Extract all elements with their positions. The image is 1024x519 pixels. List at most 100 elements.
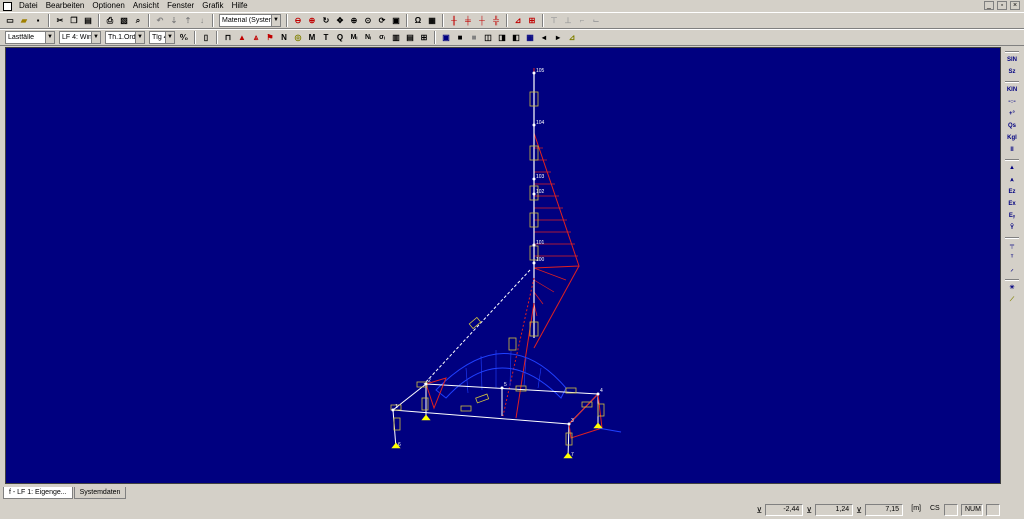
- spring-icon[interactable]: ⸝: [1005, 265, 1019, 276]
- member-axis-icon[interactable]: ╪: [462, 15, 474, 27]
- paste-icon[interactable]: ▤: [82, 15, 94, 27]
- animation-icon[interactable]: ⊿: [566, 32, 578, 44]
- open-folder-icon[interactable]: ▰: [18, 15, 30, 27]
- menu-bearbeiten[interactable]: Bearbeiten: [42, 0, 89, 12]
- tab-loadcase-1[interactable]: f - LF 1: Eigenge...: [3, 487, 73, 499]
- cut-icon[interactable]: ✂: [54, 15, 66, 27]
- ez-button[interactable]: Ez: [1005, 187, 1019, 198]
- search-icon[interactable]: ⌕: [132, 15, 144, 27]
- moment-sub-icon[interactable]: Mᵢ: [348, 32, 360, 44]
- zoom-window-icon[interactable]: ⊕: [348, 15, 360, 27]
- division-select[interactable]: Tlg 4 ▼: [149, 31, 175, 44]
- normal-force-icon[interactable]: N: [278, 32, 290, 44]
- loadcase-select[interactable]: LF 4: Wind + ▼: [59, 31, 101, 44]
- shaded-view-icon[interactable]: ■: [468, 32, 480, 44]
- sz-button[interactable]: Sz: [1005, 67, 1019, 78]
- star-icon[interactable]: ✳: [1005, 283, 1019, 294]
- kin-button[interactable]: KIN: [1005, 85, 1019, 96]
- qs-button[interactable]: Qs: [1005, 121, 1019, 132]
- minimize-button[interactable]: _: [984, 1, 994, 10]
- load-up-icon[interactable]: ▲: [1005, 163, 1019, 174]
- menu-ansicht[interactable]: Ansicht: [129, 0, 163, 12]
- solid-view-icon[interactable]: ■: [454, 32, 466, 44]
- node-label-1: 1: [395, 404, 398, 410]
- deformation-icon[interactable]: ◎: [292, 32, 304, 44]
- clamp-icon[interactable]: ᵀ: [1005, 253, 1019, 264]
- section-icon[interactable]: ▥: [390, 32, 402, 44]
- support-reaction-icon[interactable]: ⚑: [264, 32, 276, 44]
- chevron-down-icon[interactable]: ▼: [135, 32, 144, 43]
- menu-optionen[interactable]: Optionen: [88, 0, 128, 12]
- normal-force-button[interactable]: SIN: [1005, 55, 1019, 66]
- moment-icon[interactable]: M: [306, 32, 318, 44]
- redraw-icon[interactable]: ↻: [320, 15, 332, 27]
- kgl-button[interactable]: Kgl: [1005, 133, 1019, 144]
- rotate-icon[interactable]: ⟳: [376, 15, 388, 27]
- stress-icon[interactable]: σᵢ: [376, 32, 388, 44]
- omega-icon[interactable]: Ω: [412, 15, 424, 27]
- lastfaelle-select[interactable]: Lastfälle ▼: [5, 31, 55, 44]
- distributed-load-icon[interactable]: ⩓: [250, 32, 262, 44]
- torsion-icon[interactable]: T: [320, 32, 332, 44]
- shear-icon[interactable]: Q: [334, 32, 346, 44]
- axis-tool-icon[interactable]: +°: [1005, 109, 1019, 120]
- document-icon[interactable]: ▯: [200, 32, 212, 44]
- result-values-icon[interactable]: ⁰⁄₀: [178, 32, 190, 44]
- slope-icon[interactable]: ⟋: [1005, 295, 1019, 306]
- print-icon[interactable]: ⎙: [104, 15, 116, 27]
- wireframe-icon[interactable]: ▣: [440, 32, 452, 44]
- new-file-icon[interactable]: ▭: [4, 15, 16, 27]
- fit-view-icon[interactable]: ▣: [390, 15, 402, 27]
- chevron-down-icon[interactable]: ▼: [45, 32, 54, 43]
- normal-sub-icon[interactable]: Nᵢ: [362, 32, 374, 44]
- diagram-icon[interactable]: ⊞: [526, 15, 538, 27]
- grid-icon[interactable]: ▦: [426, 15, 438, 27]
- ex-button[interactable]: Ex: [1005, 199, 1019, 210]
- load-display-icon[interactable]: ▲: [236, 32, 248, 44]
- result-chart-icon[interactable]: ⊿: [512, 15, 524, 27]
- copy-icon[interactable]: ❐: [68, 15, 80, 27]
- menu-grafik[interactable]: Grafik: [198, 0, 227, 12]
- move-up-icon[interactable]: ⇡: [182, 15, 194, 27]
- ey-icon[interactable]: Eᵧ: [1005, 211, 1019, 222]
- zoom-all-icon[interactable]: ⊙: [362, 15, 374, 27]
- load-icon[interactable]: ↓: [196, 15, 208, 27]
- node-tool-icon[interactable]: -○-: [1005, 97, 1019, 108]
- pin-icon[interactable]: ╤: [1005, 241, 1019, 252]
- graphics-canvas[interactable]: 105 104 103 102 101 100 1 2 3 4 5 6 7: [5, 47, 1001, 484]
- chevron-down-icon[interactable]: ▼: [165, 32, 174, 43]
- zoom-in-icon[interactable]: ⊕: [306, 15, 318, 27]
- theory-select[interactable]: Th.1.Ord ▼: [105, 31, 145, 44]
- frame-icon[interactable]: ⊓: [222, 32, 234, 44]
- view-iso-icon[interactable]: ◧: [510, 32, 522, 44]
- menu-datei[interactable]: Datei: [15, 0, 42, 12]
- view-side-icon[interactable]: ◨: [496, 32, 508, 44]
- save-icon[interactable]: ▪: [32, 15, 44, 27]
- ii-button[interactable]: II: [1005, 145, 1019, 156]
- zoom-out-icon[interactable]: ⊖: [292, 15, 304, 27]
- print-preview-icon[interactable]: ▧: [118, 15, 130, 27]
- undo-icon[interactable]: ↶: [154, 15, 166, 27]
- restore-button[interactable]: ▫: [997, 1, 1007, 10]
- view-front-icon[interactable]: ◫: [482, 32, 494, 44]
- view-top-icon[interactable]: ▦: [524, 32, 536, 44]
- support-axis-icon[interactable]: ┼: [476, 15, 488, 27]
- pan-icon[interactable]: ✥: [334, 15, 346, 27]
- result-axis-icon[interactable]: ╬: [490, 15, 502, 27]
- move-down-icon[interactable]: ⇣: [168, 15, 180, 27]
- node-axis-icon[interactable]: ╫: [448, 15, 460, 27]
- chevron-down-icon[interactable]: ▼: [271, 15, 280, 26]
- arrow-right-icon[interactable]: ▸: [552, 32, 564, 44]
- app-icon[interactable]: [3, 1, 12, 11]
- moment-icon[interactable]: Ŷ: [1005, 223, 1019, 234]
- load-down-icon[interactable]: ⩓: [1005, 175, 1019, 186]
- tab-systemdaten[interactable]: Systemdaten: [73, 487, 127, 499]
- filter-icon[interactable]: ⊞: [418, 32, 430, 44]
- chevron-down-icon[interactable]: ▼: [91, 32, 100, 43]
- menu-fenster[interactable]: Fenster: [163, 0, 198, 12]
- menu-hilfe[interactable]: Hilfe: [228, 0, 252, 12]
- close-button[interactable]: ×: [1010, 1, 1020, 10]
- arrow-left-icon[interactable]: ◂: [538, 32, 550, 44]
- material-select[interactable]: Material (System) ▼: [219, 14, 281, 27]
- table-icon[interactable]: ▤: [404, 32, 416, 44]
